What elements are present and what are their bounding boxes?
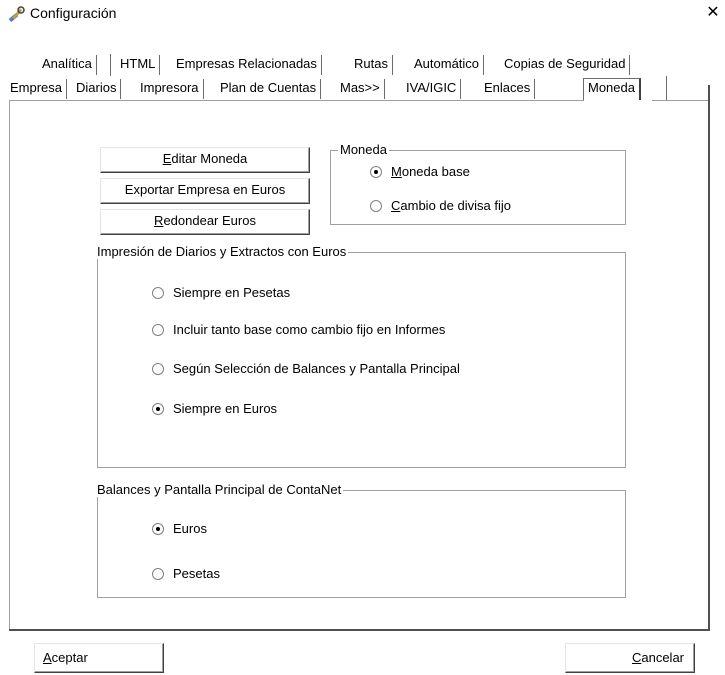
tab-enlaces[interactable]: Enlaces — [480, 79, 536, 99]
radio-label: Siempre en Pesetas — [173, 285, 291, 300]
tab-rutas[interactable]: Rutas — [350, 55, 393, 75]
tab-diarios[interactable]: Diarios — [72, 79, 122, 99]
radio-button[interactable] — [152, 362, 164, 375]
radio-balances-pesetas[interactable]: Pesetas — [152, 566, 220, 581]
tab-plan-de-cuentas[interactable]: Plan de Cuentas — [216, 79, 322, 99]
radio-siempre-pesetas[interactable]: Siempre en Pesetas — [152, 285, 290, 300]
button-label: Exportar Empresa en Euros — [124, 182, 286, 197]
radio-label: oneda base — [401, 164, 470, 179]
tab-empresa[interactable]: Empresa — [6, 79, 68, 99]
radio-incluir-base-cambio[interactable]: Incluir tanto base como cambio fijo en I… — [152, 322, 445, 337]
accel-key: C — [631, 650, 642, 665]
panel-border — [9, 100, 10, 630]
panel-border — [9, 100, 584, 101]
accel-key: A — [43, 650, 52, 665]
panel-border — [652, 100, 708, 101]
tab-analitica[interactable]: Analítica — [38, 55, 97, 75]
aceptar-button[interactable]: Aceptar — [34, 643, 164, 673]
radio-label: Pesetas — [173, 566, 220, 581]
radio-label: Euros — [173, 521, 207, 536]
moneda-group — [330, 150, 626, 225]
tab-copias-de-seguridad[interactable]: Copias de Seguridad — [500, 55, 631, 75]
redondear-euros-button[interactable]: Redondear Euros — [100, 209, 310, 235]
radio-button[interactable] — [152, 286, 164, 299]
button-label: ceptar — [51, 650, 88, 665]
editar-moneda-button[interactable]: Editar Moneda — [100, 147, 310, 173]
radio-button[interactable] — [370, 165, 382, 178]
exportar-empresa-euros-button[interactable]: Exportar Empresa en Euros — [100, 178, 310, 204]
radio-button[interactable] — [152, 567, 164, 580]
settings-tools-icon — [8, 6, 26, 24]
accel-key: C — [391, 198, 401, 213]
tab-divider — [666, 76, 667, 100]
impresion-group-label: Impresión de Diarios y Extractos con Eur… — [95, 244, 349, 259]
radio-label: ambio de divisa fijo — [400, 198, 511, 213]
radio-cambio-divisa-fijo[interactable]: Cambio de divisa fijo — [370, 198, 511, 213]
window-title: Configuración — [30, 5, 117, 21]
tab-iva-igic[interactable]: IVA/IGIC — [402, 79, 462, 99]
tab-divider — [110, 54, 111, 76]
radio-moneda-base[interactable]: Moneda base — [370, 164, 470, 179]
button-label: ancelar — [641, 650, 684, 665]
radio-button[interactable] — [370, 199, 382, 212]
tab-moneda[interactable]: Moneda — [583, 78, 641, 100]
accel-key: M — [391, 164, 402, 179]
close-icon[interactable]: ✕ — [702, 2, 724, 24]
moneda-group-label: Moneda — [338, 142, 389, 157]
balances-group-label: Balances y Pantalla Principal de ContaNe… — [95, 482, 344, 497]
cancelar-button[interactable]: Cancelar — [565, 643, 695, 673]
tab-impresora[interactable]: Impresora — [136, 79, 204, 99]
tab-mas[interactable]: Mas>> — [336, 79, 385, 99]
panel-border — [708, 85, 710, 630]
radio-siempre-euros[interactable]: Siempre en Euros — [152, 401, 277, 416]
radio-label: Según Selección de Balances y Pantalla P… — [173, 361, 460, 376]
tab-automatico[interactable]: Automático — [410, 55, 485, 75]
button-label: ditar Moneda — [171, 151, 248, 166]
balances-group — [97, 490, 626, 598]
tab-empresas-relacionadas[interactable]: Empresas Relacionadas — [172, 55, 322, 75]
button-label: edondear Euros — [163, 213, 256, 228]
radio-button[interactable] — [152, 522, 164, 535]
radio-button[interactable] — [152, 323, 164, 336]
tab-html[interactable]: HTML — [116, 55, 161, 75]
radio-button[interactable] — [152, 402, 164, 415]
radio-label: Siempre en Euros — [173, 401, 278, 416]
radio-balances-euros[interactable]: Euros — [152, 521, 207, 536]
radio-label: Incluir tanto base como cambio fijo en I… — [173, 322, 446, 337]
panel-border — [9, 629, 710, 631]
radio-segun-seleccion[interactable]: Según Selección de Balances y Pantalla P… — [152, 361, 460, 376]
